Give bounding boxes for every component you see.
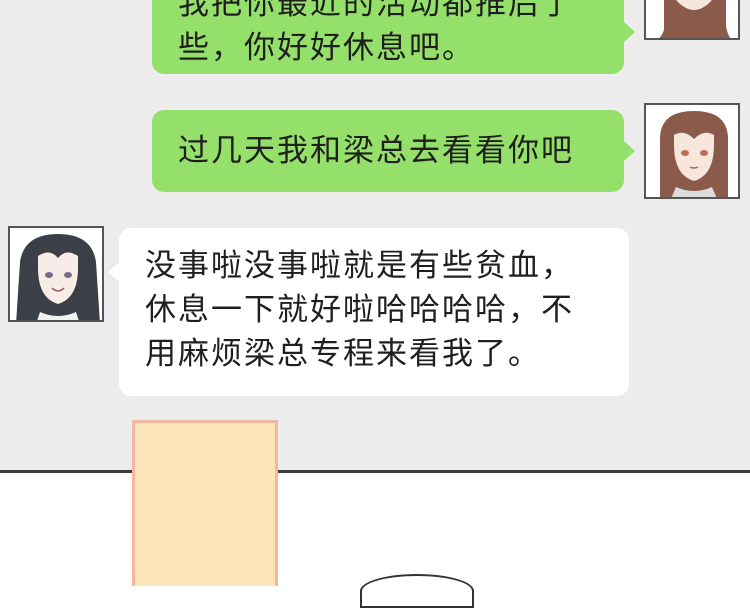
message-1-line-1: 我把你最近的活动都推后了 bbox=[178, 0, 574, 22]
panel-border bbox=[0, 470, 750, 473]
message-3-line-2: 休息一下就好啦哈哈哈哈，不 bbox=[145, 292, 574, 328]
message-3-line-1: 没事啦没事啦就是有些贫血， bbox=[145, 248, 574, 284]
speech-cloud-edge bbox=[360, 574, 474, 608]
sticky-note-overlay bbox=[132, 420, 278, 586]
message-2-line-1: 过几天我和梁总去看看你吧 bbox=[178, 133, 574, 169]
bubble-tail bbox=[624, 22, 635, 42]
brown-hair-girl-avatar bbox=[644, 103, 740, 199]
message-bubble-1: 我把你最近的活动都推后了 些，你好好休息吧。 bbox=[152, 0, 624, 74]
message-bubble-2: 过几天我和梁总去看看你吧 bbox=[152, 110, 624, 192]
message-1-line-2: 些，你好好休息吧。 bbox=[178, 30, 475, 66]
chat-panel: 我把你最近的活动都推后了 些，你好好休息吧。 过几天我和梁总去看看你吧 没事啦没… bbox=[0, 0, 750, 472]
bubble-tail bbox=[108, 262, 119, 282]
brown-hair-girl-avatar bbox=[644, 0, 740, 40]
message-3-line-3: 用麻烦梁总专程来看我了。 bbox=[145, 336, 541, 372]
dark-hair-girl-avatar bbox=[8, 226, 104, 322]
message-bubble-3: 没事啦没事啦就是有些贫血， 休息一下就好啦哈哈哈哈，不 用麻烦梁总专程来看我了。 bbox=[119, 228, 629, 396]
bubble-tail bbox=[624, 141, 635, 161]
